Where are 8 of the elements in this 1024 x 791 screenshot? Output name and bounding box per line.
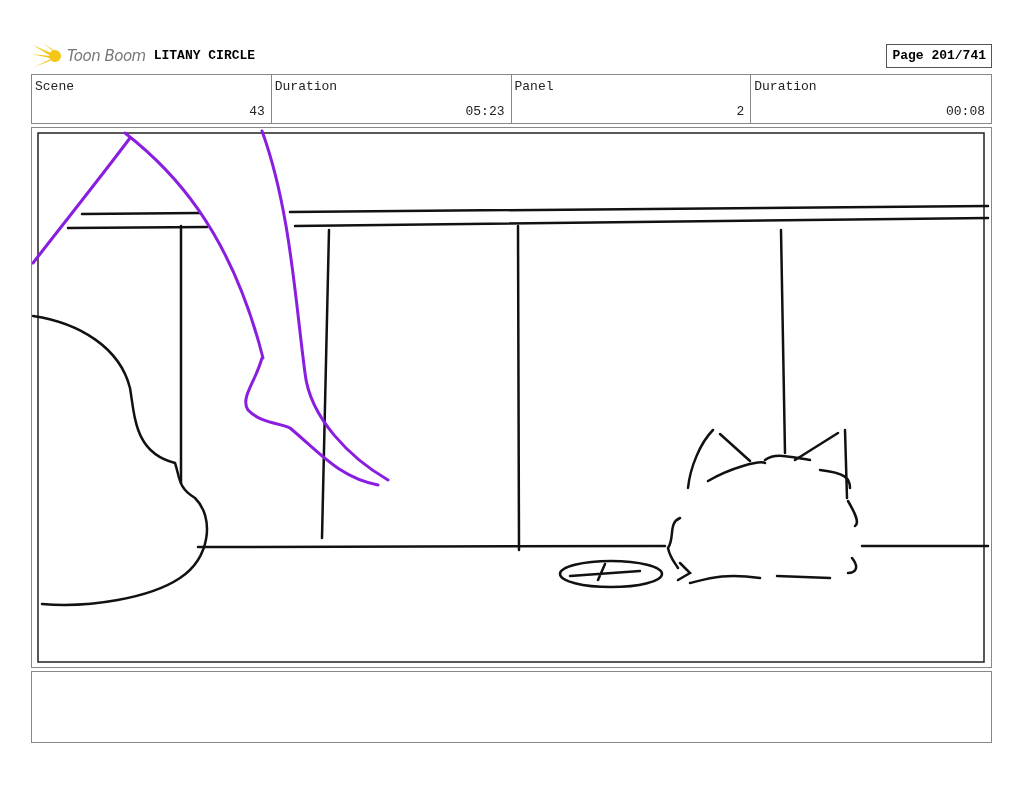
page-number: Page 201/741 <box>886 44 992 68</box>
field-cell: Panel 2 <box>511 75 752 123</box>
starburst-logo-icon <box>31 43 63 69</box>
project-title: LITANY CIRCLE <box>153 47 256 66</box>
field-cell: Scene 43 <box>32 75 272 123</box>
field-cell: Duration 05:23 <box>271 75 512 123</box>
field-cell-text: Duration 00:08 <box>753 78 986 121</box>
logo-text: Toon Boom <box>67 45 146 67</box>
